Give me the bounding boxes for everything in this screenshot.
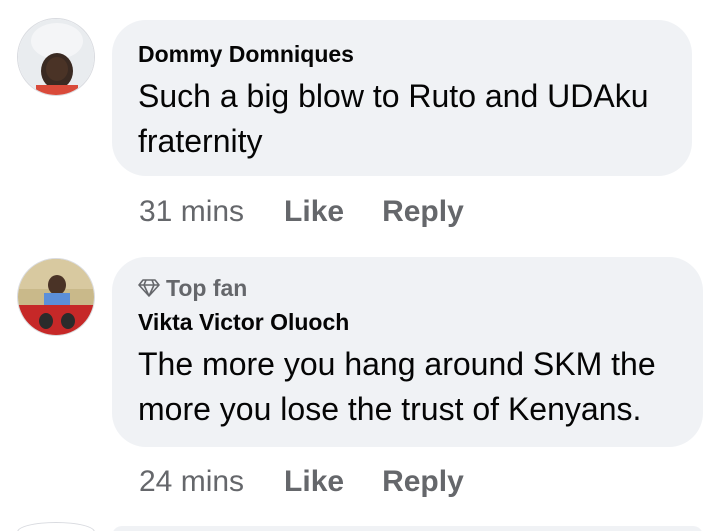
comment-bubble-next: [112, 526, 703, 531]
reply-button[interactable]: Reply: [382, 465, 464, 499]
comment-actions: 31 mins Like Reply: [139, 192, 502, 232]
comment-timestamp[interactable]: 24 mins: [139, 465, 244, 499]
comment-timestamp[interactable]: 31 mins: [139, 195, 244, 229]
avatar-next[interactable]: [17, 522, 95, 531]
comment-author[interactable]: Dommy Domniques: [138, 40, 666, 68]
like-button[interactable]: Like: [284, 195, 344, 229]
reply-button[interactable]: Reply: [382, 195, 464, 229]
diamond-icon: [138, 279, 160, 297]
comment-author[interactable]: Vikta Victor Oluoch: [138, 308, 677, 336]
user-avatar-photo-icon: [18, 259, 94, 335]
comment-actions: 24 mins Like Reply: [139, 462, 502, 502]
user-avatar-photo-icon: [18, 19, 94, 95]
top-fan-badge: Top fan: [138, 274, 677, 302]
comment-bubble: Dommy Domniques Such a big blow to Ruto …: [112, 20, 692, 176]
comment-thread: Dommy Domniques Such a big blow to Ruto …: [0, 0, 720, 531]
comment-bubble: Top fan Vikta Victor Oluoch The more you…: [112, 257, 703, 447]
avatar-vikta[interactable]: [17, 258, 95, 336]
like-button[interactable]: Like: [284, 465, 344, 499]
comment-text: Such a big blow to Ruto and UDAku frater…: [138, 78, 649, 159]
avatar-dommy[interactable]: [17, 18, 95, 96]
badge-label: Top fan: [166, 275, 248, 301]
comment-text: The more you hang around SKM the more yo…: [138, 346, 656, 427]
